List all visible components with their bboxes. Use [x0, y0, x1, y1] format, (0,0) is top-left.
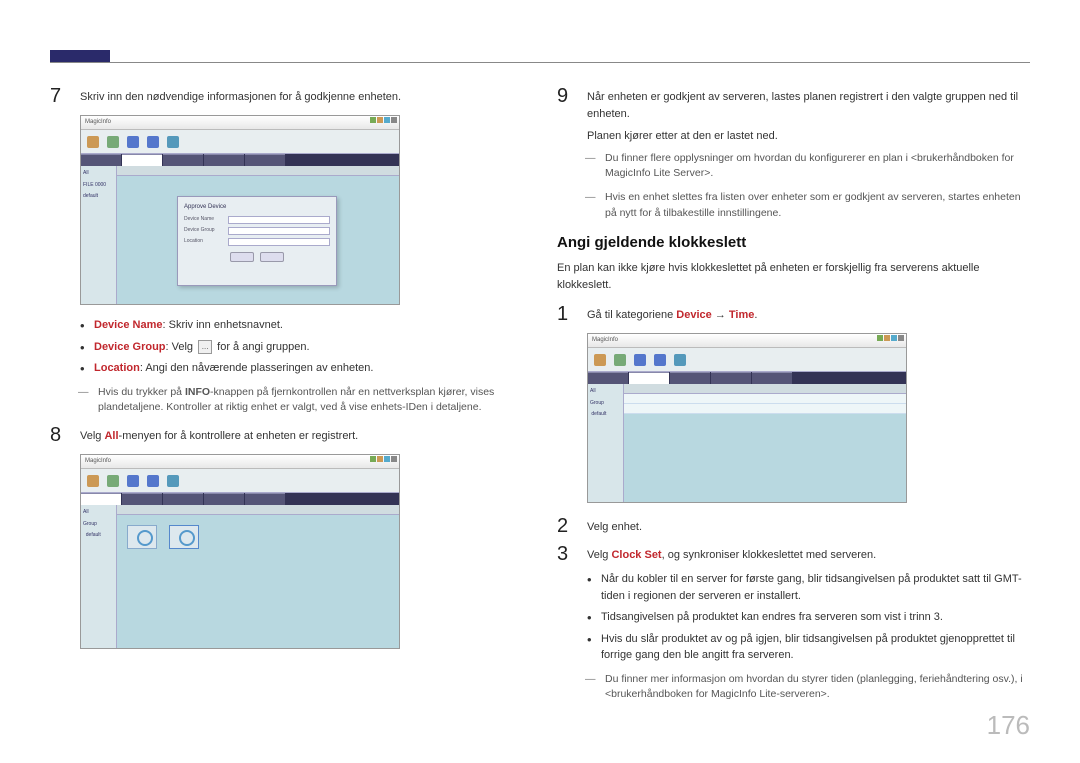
ok-button[interactable] [230, 252, 254, 262]
info-bold: INFO [185, 386, 210, 398]
step-9-text: Når enheten er godkjent av serveren, las… [587, 85, 1030, 145]
text-device-name: : Skriv inn enhetsnavnet. [163, 319, 283, 331]
bullet-device-group: Device Group: Velg ... for å angi gruppe… [80, 339, 523, 356]
note-info-button: Hvis du trykker på INFO-knappen på fjern… [78, 385, 523, 417]
bullet-power-cycle: Hvis du slår produktet av og på igjen, b… [587, 631, 1030, 664]
time-category: Time [729, 309, 754, 321]
step-number: 2 [557, 515, 575, 537]
note-device-delete: Hvis en enhet slettes fra listen over en… [585, 190, 1030, 222]
step-number: 8 [50, 424, 68, 446]
step-2: 2 Velg enhet. [557, 515, 1030, 537]
step-1-text: Gå til kategoriene Device → Time. [587, 303, 1030, 325]
section-intro: En plan kan ikke kjøre hvis klokkeslette… [557, 260, 1030, 293]
step-1: 1 Gå til kategoriene Device → Time. [557, 303, 1030, 325]
step-9: 9 Når enheten er godkjent av serveren, l… [557, 85, 1030, 145]
top-rule [50, 62, 1030, 63]
bullet-device-name: Device Name: Skriv inn enhetsnavnet. [80, 317, 523, 334]
app-logo: MagicInfo [592, 336, 618, 345]
step-2-text: Velg enhet. [587, 515, 1030, 537]
step-number: 7 [50, 85, 68, 107]
note-manual-ref: Du finner flere opplysninger om hvordan … [585, 151, 1030, 183]
page-number: 176 [987, 706, 1030, 745]
step-7-text: Skriv inn den nødvendige informasjonen f… [80, 85, 523, 107]
bullet-location: Location: Angi den nåværende plasseringe… [80, 360, 523, 377]
text-device-group-a: : Velg [166, 341, 197, 353]
label-location: Location [94, 362, 140, 374]
cancel-button[interactable] [260, 252, 284, 262]
step7-bullets: Device Name: Skriv inn enhetsnavnet. Dev… [80, 317, 523, 377]
clock-set: Clock Set [611, 549, 661, 561]
all-menu: All [104, 430, 118, 442]
field-device-name: Device Name [184, 216, 224, 224]
left-column: 7 Skriv inn den nødvendige informasjonen… [50, 85, 523, 711]
step-3-text: Velg Clock Set, og synkroniser klokkesle… [587, 543, 1030, 565]
field-device-group: Device Group [184, 227, 224, 235]
right-column: 9 Når enheten er godkjent av serveren, l… [557, 85, 1030, 711]
note-time-manual: Du finner mer informasjon om hvordan du … [585, 672, 1030, 704]
screenshot-device-time: MagicInfo AllGroup default [587, 333, 907, 503]
end-bullets: Når du kobler til en server for første g… [587, 571, 1030, 664]
screenshot-approve-device: MagicInfo AllFILE 0000default Approve De… [80, 115, 400, 305]
step-8-text: Velg All-menyen for å kontrollere at enh… [80, 424, 523, 446]
step-8: 8 Velg All-menyen for å kontrollere at e… [50, 424, 523, 446]
bullet-gmt: Når du kobler til en server for første g… [587, 571, 1030, 604]
step9-line2: Planen kjører etter at den er lastet ned… [587, 128, 1030, 145]
section-title: Angi gjeldende klokkeslett [557, 232, 1030, 255]
label-device-group: Device Group [94, 341, 166, 353]
bullet-change-time: Tidsangivelsen på produktet kan endres f… [587, 609, 1030, 626]
app-logo: MagicInfo [85, 457, 111, 466]
field-location: Location [184, 238, 224, 246]
screenshot-all-devices: MagicInfo AllGroup default [80, 454, 400, 649]
step-7: 7 Skriv inn den nødvendige informasjonen… [50, 85, 523, 107]
step-number: 1 [557, 303, 575, 325]
browse-icon: ... [198, 340, 212, 354]
approve-dialog: Approve Device Device Name Device Group … [177, 196, 337, 286]
dialog-title: Approve Device [184, 203, 330, 212]
step9-line1: Når enheten er godkjent av serveren, las… [587, 89, 1030, 122]
label-device-name: Device Name [94, 319, 163, 331]
nav-block [50, 50, 110, 62]
device-category: Device [676, 309, 711, 321]
step-number: 3 [557, 543, 575, 565]
text-location: : Angi den nåværende plasseringen av enh… [140, 362, 374, 374]
app-logo: MagicInfo [85, 118, 111, 127]
step-3: 3 Velg Clock Set, og synkroniser klokkes… [557, 543, 1030, 565]
text-device-group-b: for å angi gruppen. [214, 341, 309, 353]
step-number: 9 [557, 85, 575, 145]
